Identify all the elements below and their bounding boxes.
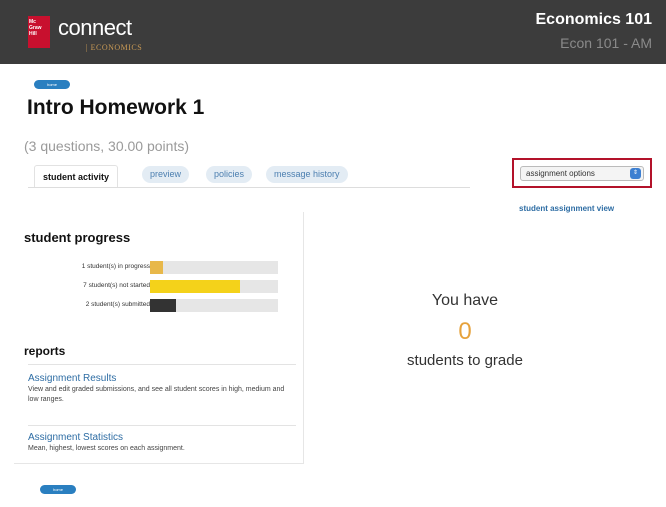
divider — [28, 364, 296, 365]
mcgraw-hill-logo[interactable]: Mc Graw Hill — [28, 16, 50, 48]
tab-policies[interactable]: policies — [206, 166, 253, 183]
top-bar: Mc Graw Hill connect | ECONOMICS Economi… — [0, 0, 666, 64]
course-section: Econ 101 - AM — [560, 35, 652, 51]
progress-fill — [150, 299, 176, 312]
assignment-results-link[interactable]: Assignment Results — [28, 373, 296, 384]
grading-summary: You have 0 students to grade — [380, 292, 550, 369]
select-arrows-icon: ⇕ — [630, 168, 641, 179]
home-button[interactable]: home — [34, 80, 70, 89]
report-description: Mean, highest, lowest scores on each ass… — [28, 445, 185, 452]
progress-row-not-started[interactable]: 7 student(s) not started — [14, 280, 304, 294]
assignment-options-select[interactable]: assignment options ⇕ — [520, 166, 644, 181]
student-assignment-view-link[interactable]: student assignment view — [519, 204, 614, 213]
app-subtitle: | ECONOMICS — [86, 43, 143, 52]
left-panel: student progress 1 student(s) in progres… — [14, 212, 304, 464]
course-title: Economics 101 — [535, 11, 653, 28]
tab-preview[interactable]: preview — [142, 166, 190, 183]
student-progress-title: student progress — [24, 230, 131, 245]
assignment-meta: (3 questions, 30.00 points) — [24, 138, 189, 154]
page-title: Intro Homework 1 — [27, 96, 205, 119]
highlight-frame: assignment options ⇕ — [512, 158, 652, 188]
tab-message-history[interactable]: message history — [266, 166, 348, 183]
assignment-statistics-link[interactable]: Assignment Statistics — [28, 432, 296, 443]
progress-label: 2 student(s) submitted — [85, 301, 150, 308]
progress-track — [150, 299, 278, 312]
progress-row-in-progress[interactable]: 1 student(s) in progress — [14, 261, 304, 275]
grading-pre-text: You have — [431, 292, 499, 309]
report-description: View and edit graded submissions, and se… — [28, 386, 285, 403]
progress-track — [150, 280, 278, 293]
divider — [28, 425, 296, 426]
progress-label: 1 student(s) in progress — [81, 263, 150, 270]
students-to-grade-count[interactable]: 0 — [380, 318, 550, 346]
assignment-options-label: assignment options — [526, 169, 595, 178]
grading-post-text: students to grade — [407, 352, 523, 369]
report-item: Assignment Statistics Mean, highest, low… — [28, 432, 296, 454]
progress-fill — [150, 280, 240, 293]
reports-title: reports — [24, 344, 66, 358]
app-name: connect — [58, 15, 132, 40]
progress-label: 7 student(s) not started — [83, 282, 150, 289]
progress-row-submitted[interactable]: 2 student(s) submitted — [14, 299, 304, 313]
logo-text: Mc Graw Hill — [29, 19, 42, 37]
home-button-bottom[interactable]: home — [40, 485, 76, 494]
progress-fill — [150, 261, 163, 274]
progress-track — [150, 261, 278, 274]
tab-student-activity[interactable]: student activity — [34, 165, 119, 187]
tab-bar: student activity preview policies messag… — [28, 164, 470, 188]
report-item: Assignment Results View and edit graded … — [28, 373, 296, 405]
